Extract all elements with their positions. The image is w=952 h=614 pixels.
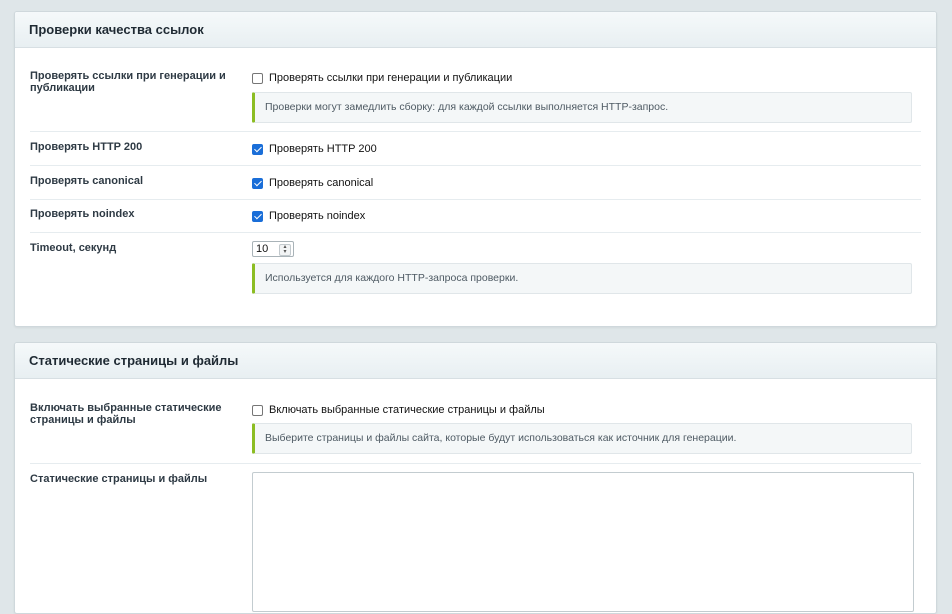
panel-header: Статические страницы и файлы xyxy=(15,343,936,379)
divider xyxy=(30,131,921,132)
panel-title: Проверки качества ссылок xyxy=(29,22,204,37)
include-static-checkbox-label[interactable]: Включать выбранные статические страницы … xyxy=(269,404,545,416)
static-pages-panel: Статические страницы и файлы Включать вы… xyxy=(14,342,937,614)
check-links-checkbox[interactable] xyxy=(252,72,263,84)
check-links-checkbox-row[interactable]: Проверять ссылки при генерации и публика… xyxy=(252,72,512,84)
static-list-textarea[interactable] xyxy=(252,472,914,612)
canonical-checkbox-row[interactable]: Проверять canonical xyxy=(252,177,373,189)
static-list-label: Статические страницы и файлы xyxy=(30,473,208,485)
divider xyxy=(30,165,921,166)
link-checks-panel: Проверки качества ссылок Проверять ссылк… xyxy=(14,11,937,327)
canonical-label: Проверять canonical xyxy=(30,175,144,187)
check-links-label: Проверять ссылки при генерации и публика… xyxy=(30,70,226,94)
divider xyxy=(30,199,921,200)
panel-title: Статические страницы и файлы xyxy=(29,353,239,368)
timeout-value[interactable]: 10 xyxy=(256,243,268,255)
divider xyxy=(30,463,921,464)
divider xyxy=(30,232,921,233)
timeout-input[interactable]: 10 ▴ ▾ xyxy=(252,241,294,257)
check-links-checkbox-label[interactable]: Проверять ссылки при генерации и публика… xyxy=(269,72,512,84)
noindex-checkbox-row[interactable]: Проверять noindex xyxy=(252,210,365,222)
canonical-checkbox-label[interactable]: Проверять canonical xyxy=(269,177,373,189)
noindex-checkbox-label[interactable]: Проверять noindex xyxy=(269,210,365,222)
timeout-hint: Используется для каждого HTTP-запроса пр… xyxy=(252,263,912,294)
check-links-hint: Проверки могут замедлить сборку: для каж… xyxy=(252,92,912,123)
timeout-label: Timeout, секунд xyxy=(30,242,117,254)
timeout-field: 10 ▴ ▾ xyxy=(252,241,294,257)
http200-checkbox-label[interactable]: Проверять HTTP 200 xyxy=(269,143,377,155)
include-static-label: Включать выбранные статические страницы … xyxy=(30,402,222,426)
http200-checkbox-row[interactable]: Проверять HTTP 200 xyxy=(252,143,377,155)
include-static-checkbox[interactable] xyxy=(252,404,263,416)
http200-checkbox[interactable] xyxy=(252,143,263,155)
include-static-checkbox-row[interactable]: Включать выбранные статические страницы … xyxy=(252,404,545,416)
http200-label: Проверять HTTP 200 xyxy=(30,141,143,153)
spinner-icon[interactable]: ▴ ▾ xyxy=(279,244,291,256)
include-static-hint: Выберите страницы и файлы сайта, которые… xyxy=(252,423,912,454)
noindex-checkbox[interactable] xyxy=(252,210,263,222)
noindex-label: Проверять noindex xyxy=(30,208,135,220)
panel-header: Проверки качества ссылок xyxy=(15,12,936,48)
canonical-checkbox[interactable] xyxy=(252,177,263,189)
